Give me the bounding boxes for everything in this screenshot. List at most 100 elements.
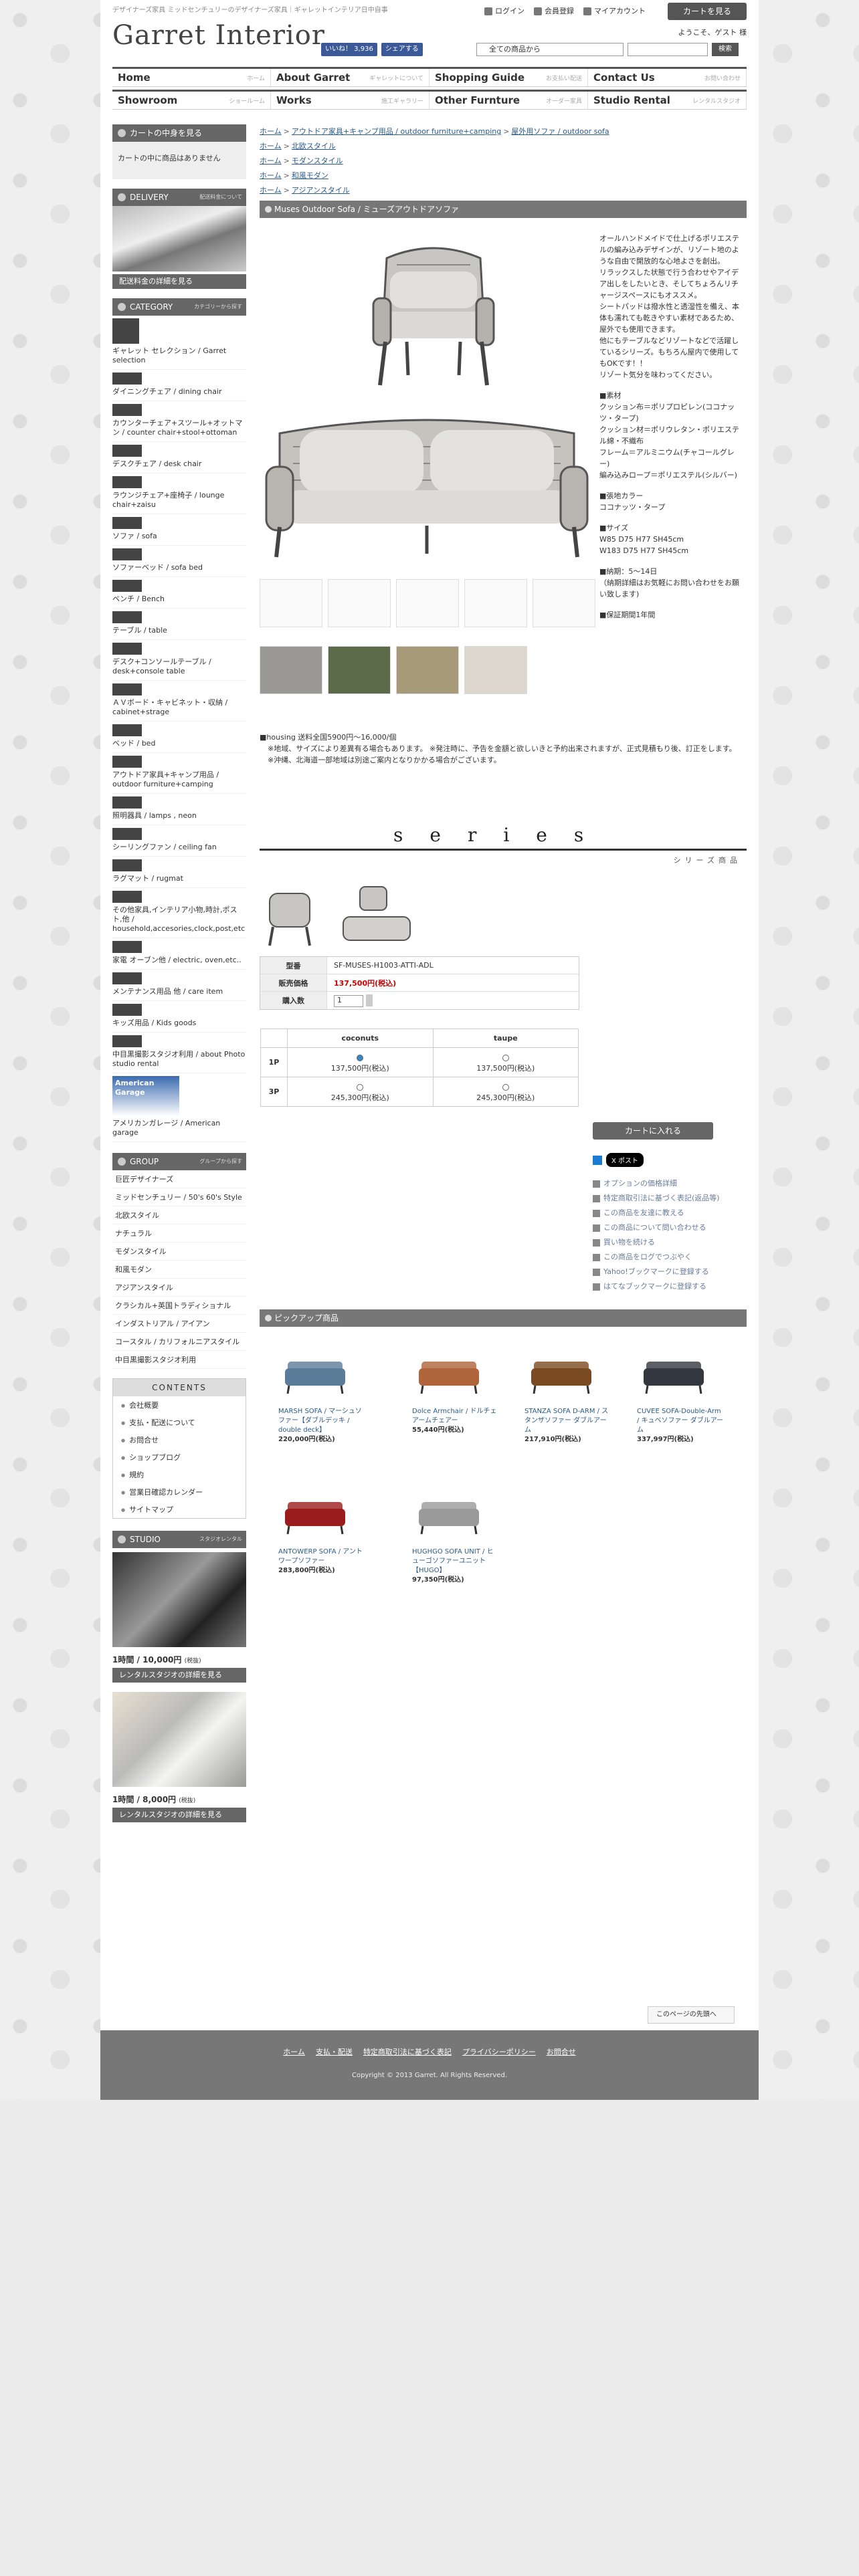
product-link[interactable]: はてなブックマークに登録する bbox=[593, 1279, 745, 1293]
search-input[interactable] bbox=[628, 43, 708, 56]
pickup-product-image[interactable] bbox=[278, 1494, 365, 1541]
category-item[interactable]: その他家具,インテリア小物,時計,ポスト,他 / household,acces… bbox=[112, 888, 246, 938]
product-link[interactable]: Yahoo!ブックマークに登録する bbox=[593, 1264, 745, 1279]
group-item[interactable]: ナチュラル bbox=[112, 1224, 246, 1243]
share-icon[interactable] bbox=[593, 1155, 602, 1165]
mypage-link[interactable]: マイアカウント bbox=[583, 5, 646, 16]
thumbnail-1[interactable] bbox=[260, 579, 322, 627]
series-item-chair[interactable] bbox=[260, 880, 320, 947]
category-item[interactable]: ベッド / bed bbox=[112, 722, 246, 753]
nav-works[interactable]: Works 施工ギャラリー bbox=[271, 92, 430, 109]
studio-details-button-1[interactable]: レンタルスタジオの詳細を見る bbox=[112, 1668, 246, 1683]
group-item[interactable]: ミッドセンチュリー / 50's 60's Style bbox=[112, 1188, 246, 1206]
breadcrumb-link[interactable]: ホーム bbox=[260, 171, 282, 180]
thumbnail-6[interactable] bbox=[260, 646, 322, 694]
pickup-product-name[interactable]: STANZA SOFA D-ARM / スタンザソファー ダブルアーム bbox=[524, 1407, 611, 1435]
nav-other-furniture[interactable]: Other Furnture オーダー家具 bbox=[430, 92, 588, 109]
pickup-product-image[interactable] bbox=[412, 1494, 499, 1541]
site-logo[interactable]: Garret Interior bbox=[112, 20, 325, 51]
category-item[interactable]: ラウンジチェア+座椅子 / lounge chair+zaisu bbox=[112, 473, 246, 514]
category-item[interactable]: キッズ用品 / Kids goods bbox=[112, 1001, 246, 1033]
contents-link[interactable]: 会社概要 bbox=[113, 1396, 246, 1414]
pickup-product-name[interactable]: ANTOWERP SOFA / アントワープソファー bbox=[278, 1547, 365, 1566]
breadcrumb-link[interactable]: 和風モダン bbox=[292, 171, 328, 180]
option-cell[interactable]: 137,500円(税込) bbox=[287, 1047, 434, 1077]
nav-shopping-guide[interactable]: Shopping Guide お支払い配送 bbox=[430, 69, 588, 86]
product-link[interactable]: この商品をログでつぶやく bbox=[593, 1249, 745, 1264]
category-item[interactable]: メンテナンス用品 他 / care item bbox=[112, 970, 246, 1001]
pickup-product-image[interactable] bbox=[524, 1354, 611, 1400]
search-button[interactable]: 検索 bbox=[712, 43, 739, 56]
american-garage-banner[interactable]: American Garage bbox=[112, 1076, 179, 1116]
delivery-details-button[interactable]: 配送料金の詳細を見る bbox=[112, 274, 246, 289]
add-to-cart-button[interactable]: カートに入れる bbox=[593, 1122, 713, 1140]
pickup-product-name[interactable]: HUGHGO SOFA UNIT / ヒューゴソファーユニット【HUGO】 bbox=[412, 1547, 499, 1576]
back-to-top-link[interactable]: このページの先頭へ bbox=[648, 2006, 735, 2024]
thumbnail-3[interactable] bbox=[396, 579, 459, 627]
studio-photo-1[interactable] bbox=[112, 1552, 246, 1647]
group-item[interactable]: クラシカル+英国トラディショナル bbox=[112, 1297, 246, 1315]
nav-about[interactable]: About Garret ギャレットについて bbox=[271, 69, 430, 86]
option-radio[interactable] bbox=[502, 1083, 509, 1091]
breadcrumb-link[interactable]: 北欧スタイル bbox=[292, 142, 336, 150]
category-item[interactable]: カウンターチェア+スツール+オットマン / counter chair+stoo… bbox=[112, 401, 246, 442]
breadcrumb-link[interactable]: アジアンスタイル bbox=[292, 186, 350, 195]
category-item[interactable]: 中目黒撮影スタジオ利用 / about Photo studio rental bbox=[112, 1033, 246, 1073]
thumbnail-5[interactable] bbox=[533, 579, 595, 627]
contents-link[interactable]: お問合せ bbox=[113, 1431, 246, 1448]
contents-link[interactable]: ショップブログ bbox=[113, 1448, 246, 1466]
thumbnail-swatch-coconuts[interactable] bbox=[464, 646, 527, 694]
search-category-select[interactable]: 全ての商品から bbox=[476, 43, 624, 56]
pickup-product-image[interactable] bbox=[278, 1354, 365, 1400]
nav-showroom[interactable]: Showroom ショールーム bbox=[112, 92, 271, 109]
footer-link[interactable]: プライバシーポリシー bbox=[462, 2046, 536, 2057]
contents-link[interactable]: 規約 bbox=[113, 1466, 246, 1483]
cart-heading[interactable]: カートの中身を見る bbox=[112, 124, 246, 142]
product-link[interactable]: この商品について問い合わせる bbox=[593, 1220, 745, 1235]
group-item[interactable]: 中目黒撮影スタジオ利用 bbox=[112, 1351, 246, 1369]
pickup-item[interactable]: ANTOWERP SOFA / アントワープソファー 283,800円(税込) bbox=[278, 1494, 365, 1576]
pickup-item[interactable]: STANZA SOFA D-ARM / スタンザソファー ダブルアーム 217,9… bbox=[524, 1354, 611, 1444]
pickup-product-name[interactable]: CUVEE SOFA-Double-Arm / キュベソファー ダブルアーム bbox=[637, 1407, 724, 1435]
group-item[interactable]: アジアンスタイル bbox=[112, 1279, 246, 1297]
group-item[interactable]: 巨匠デザイナーズ bbox=[112, 1170, 246, 1188]
category-item[interactable]: デスク+コンソールテーブル / desk+console table bbox=[112, 640, 246, 681]
studio-details-button-2[interactable]: レンタルスタジオの詳細を見る bbox=[112, 1808, 246, 1822]
breadcrumb-link[interactable]: モダンスタイル bbox=[292, 156, 343, 165]
thumbnail-2[interactable] bbox=[328, 579, 391, 627]
footer-link[interactable]: 特定商取引法に基づく表記 bbox=[363, 2046, 452, 2057]
category-item[interactable]: ソファ / sofa bbox=[112, 514, 246, 546]
pickup-item[interactable]: MARSH SOFA / マーシュソファー【ダブルデッキ / double de… bbox=[278, 1354, 365, 1444]
register-link[interactable]: 会員登録 bbox=[534, 5, 574, 16]
fb-like-button[interactable]: いいね！ 3,936 bbox=[321, 43, 377, 56]
breadcrumb-link[interactable]: 屋外用ソファ / outdoor sofa bbox=[511, 127, 609, 136]
nav-contact[interactable]: Contact Us お問い合わせ bbox=[588, 69, 747, 86]
breadcrumb-link[interactable]: ホーム bbox=[260, 186, 282, 195]
group-item[interactable]: 和風モダン bbox=[112, 1261, 246, 1279]
category-item[interactable]: 家電 オーブン他 / electric, oven,etc.. bbox=[112, 938, 246, 970]
pickup-item[interactable]: CUVEE SOFA-Double-Arm / キュベソファー ダブルアーム 33… bbox=[637, 1354, 724, 1444]
product-link[interactable]: この商品を友達に教える bbox=[593, 1205, 745, 1220]
product-link[interactable]: オプションの価格詳細 bbox=[593, 1176, 745, 1190]
category-item[interactable]: ギャレット セレクション / Garret selection bbox=[112, 316, 246, 370]
footer-link[interactable]: お問合せ bbox=[547, 2046, 576, 2057]
pickup-item[interactable]: HUGHGO SOFA UNIT / ヒューゴソファーユニット【HUGO】 97,… bbox=[412, 1494, 499, 1585]
fb-share-button[interactable]: シェアする bbox=[381, 43, 423, 56]
quantity-input[interactable]: 1 bbox=[334, 994, 363, 1007]
login-link[interactable]: ログイン bbox=[484, 5, 524, 16]
option-radio[interactable] bbox=[357, 1054, 364, 1061]
group-item[interactable]: 北欧スタイル bbox=[112, 1206, 246, 1224]
product-link[interactable]: 買い物を続ける bbox=[593, 1235, 745, 1249]
series-item-set[interactable] bbox=[340, 880, 413, 947]
category-item[interactable]: ラグマット / rugmat bbox=[112, 857, 246, 888]
option-cell[interactable]: 245,300円(税込) bbox=[287, 1077, 434, 1107]
group-item[interactable]: インダストリアル / アイアン bbox=[112, 1315, 246, 1333]
category-item[interactable]: ダイニングチェア / dining chair bbox=[112, 370, 246, 401]
category-item[interactable]: ソファーベッド / sofa bed bbox=[112, 546, 246, 577]
breadcrumb-link[interactable]: ホーム bbox=[260, 127, 282, 136]
breadcrumb-link[interactable]: アウトドア家具+キャンプ用品 / outdoor furniture+campi… bbox=[292, 127, 501, 136]
category-item[interactable]: ベンチ / Bench bbox=[112, 577, 246, 609]
product-image-sofa[interactable] bbox=[260, 393, 594, 560]
pickup-product-name[interactable]: MARSH SOFA / マーシュソファー【ダブルデッキ / double de… bbox=[278, 1407, 365, 1435]
breadcrumb-link[interactable]: ホーム bbox=[260, 142, 282, 150]
